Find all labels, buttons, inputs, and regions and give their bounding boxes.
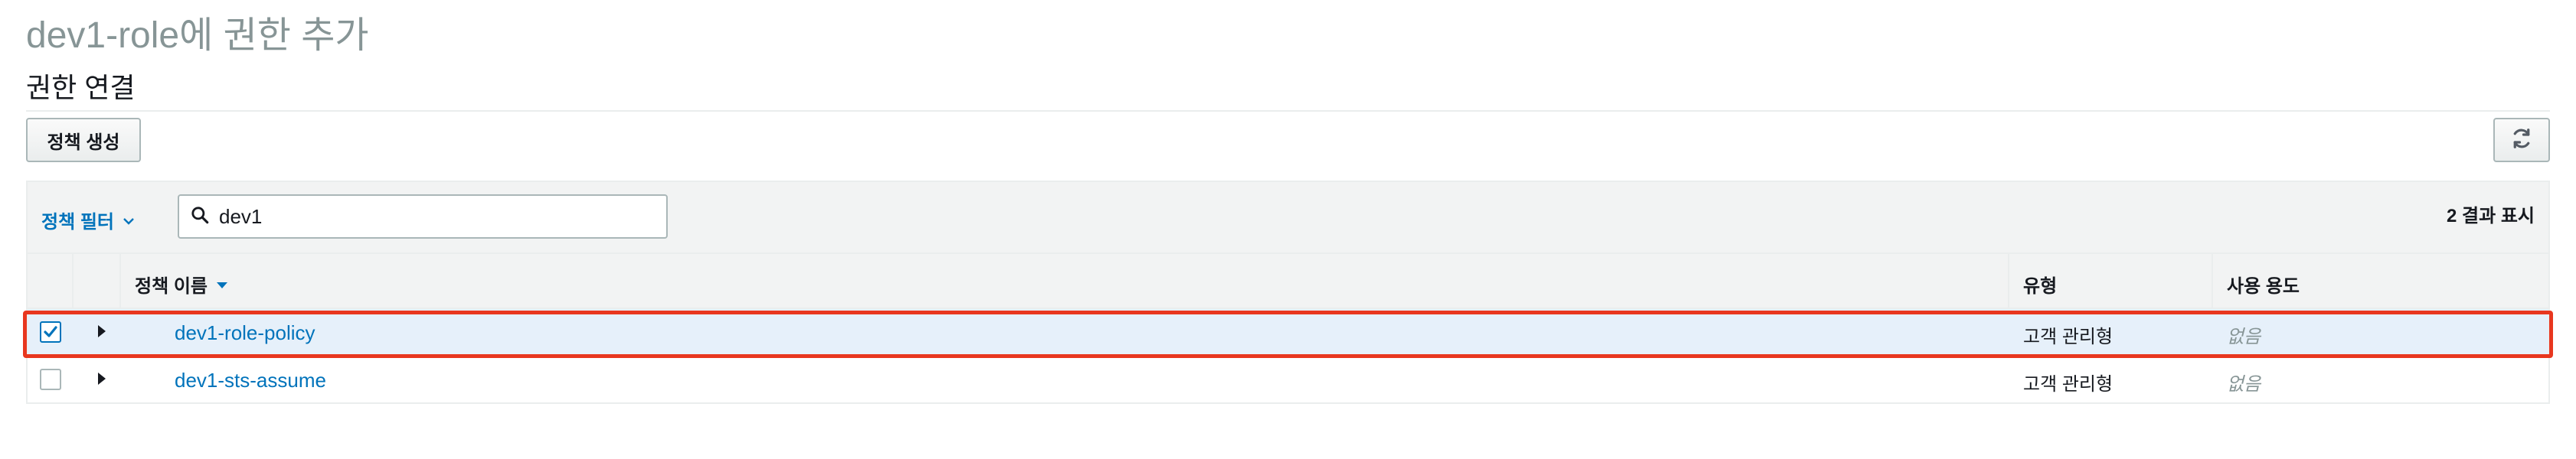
column-header-type[interactable]: 유형 — [2023, 271, 2057, 298]
column-header-usage[interactable]: 사용 용도 — [2227, 271, 2300, 298]
policy-usage: 없음 — [2227, 327, 2261, 347]
column-separator — [72, 254, 74, 308]
table-header-row: 정책 이름 유형 사용 용도 — [28, 254, 2548, 309]
expand-caret-icon[interactable] — [98, 373, 106, 385]
column-separator — [2212, 254, 2213, 308]
table-row[interactable]: dev1-sts-assume 고객 관리형 없음 — [28, 356, 2548, 404]
policy-type: 고객 관리형 — [2023, 374, 2113, 395]
row-checkbox[interactable] — [40, 321, 61, 343]
result-count: 2 결과 표시 — [2446, 206, 2535, 226]
section-title: 권한 연결 — [26, 72, 136, 103]
search-input[interactable] — [217, 203, 649, 230]
filter-bar: 정책 필터 2 결과 표시 — [28, 182, 2548, 254]
policy-filter-toggle[interactable]: 정책 필터 — [41, 207, 136, 233]
policy-filter-label: 정책 필터 — [41, 212, 114, 233]
sort-down-icon — [215, 274, 229, 295]
policy-name-link[interactable]: dev1-role-policy — [175, 321, 315, 345]
search-icon — [190, 205, 210, 229]
checkmark-icon — [44, 326, 57, 337]
policy-name-link[interactable]: dev1-sts-assume — [175, 369, 326, 392]
column-header-name[interactable]: 정책 이름 — [135, 271, 229, 298]
column-header-name-label: 정책 이름 — [135, 276, 208, 297]
column-separator — [119, 254, 121, 308]
create-policy-button[interactable]: 정책 생성 — [26, 118, 141, 162]
policy-table: 정책 필터 2 결과 표시 정책 이름 유형 사용 용도 — [26, 181, 2550, 404]
divider — [26, 110, 2550, 112]
column-separator — [2008, 254, 2009, 308]
chevron-down-icon — [122, 210, 136, 231]
refresh-button[interactable] — [2493, 118, 2550, 162]
row-checkbox[interactable] — [40, 369, 61, 390]
table-row[interactable]: dev1-role-policy 고객 관리형 없음 — [28, 309, 2548, 356]
policy-type: 고객 관리형 — [2023, 327, 2113, 347]
search-box[interactable] — [178, 194, 668, 239]
refresh-icon — [2510, 127, 2533, 154]
expand-caret-icon[interactable] — [98, 325, 106, 337]
page-title: dev1-role에 권한 추가 — [26, 15, 369, 56]
policy-usage: 없음 — [2227, 374, 2261, 395]
